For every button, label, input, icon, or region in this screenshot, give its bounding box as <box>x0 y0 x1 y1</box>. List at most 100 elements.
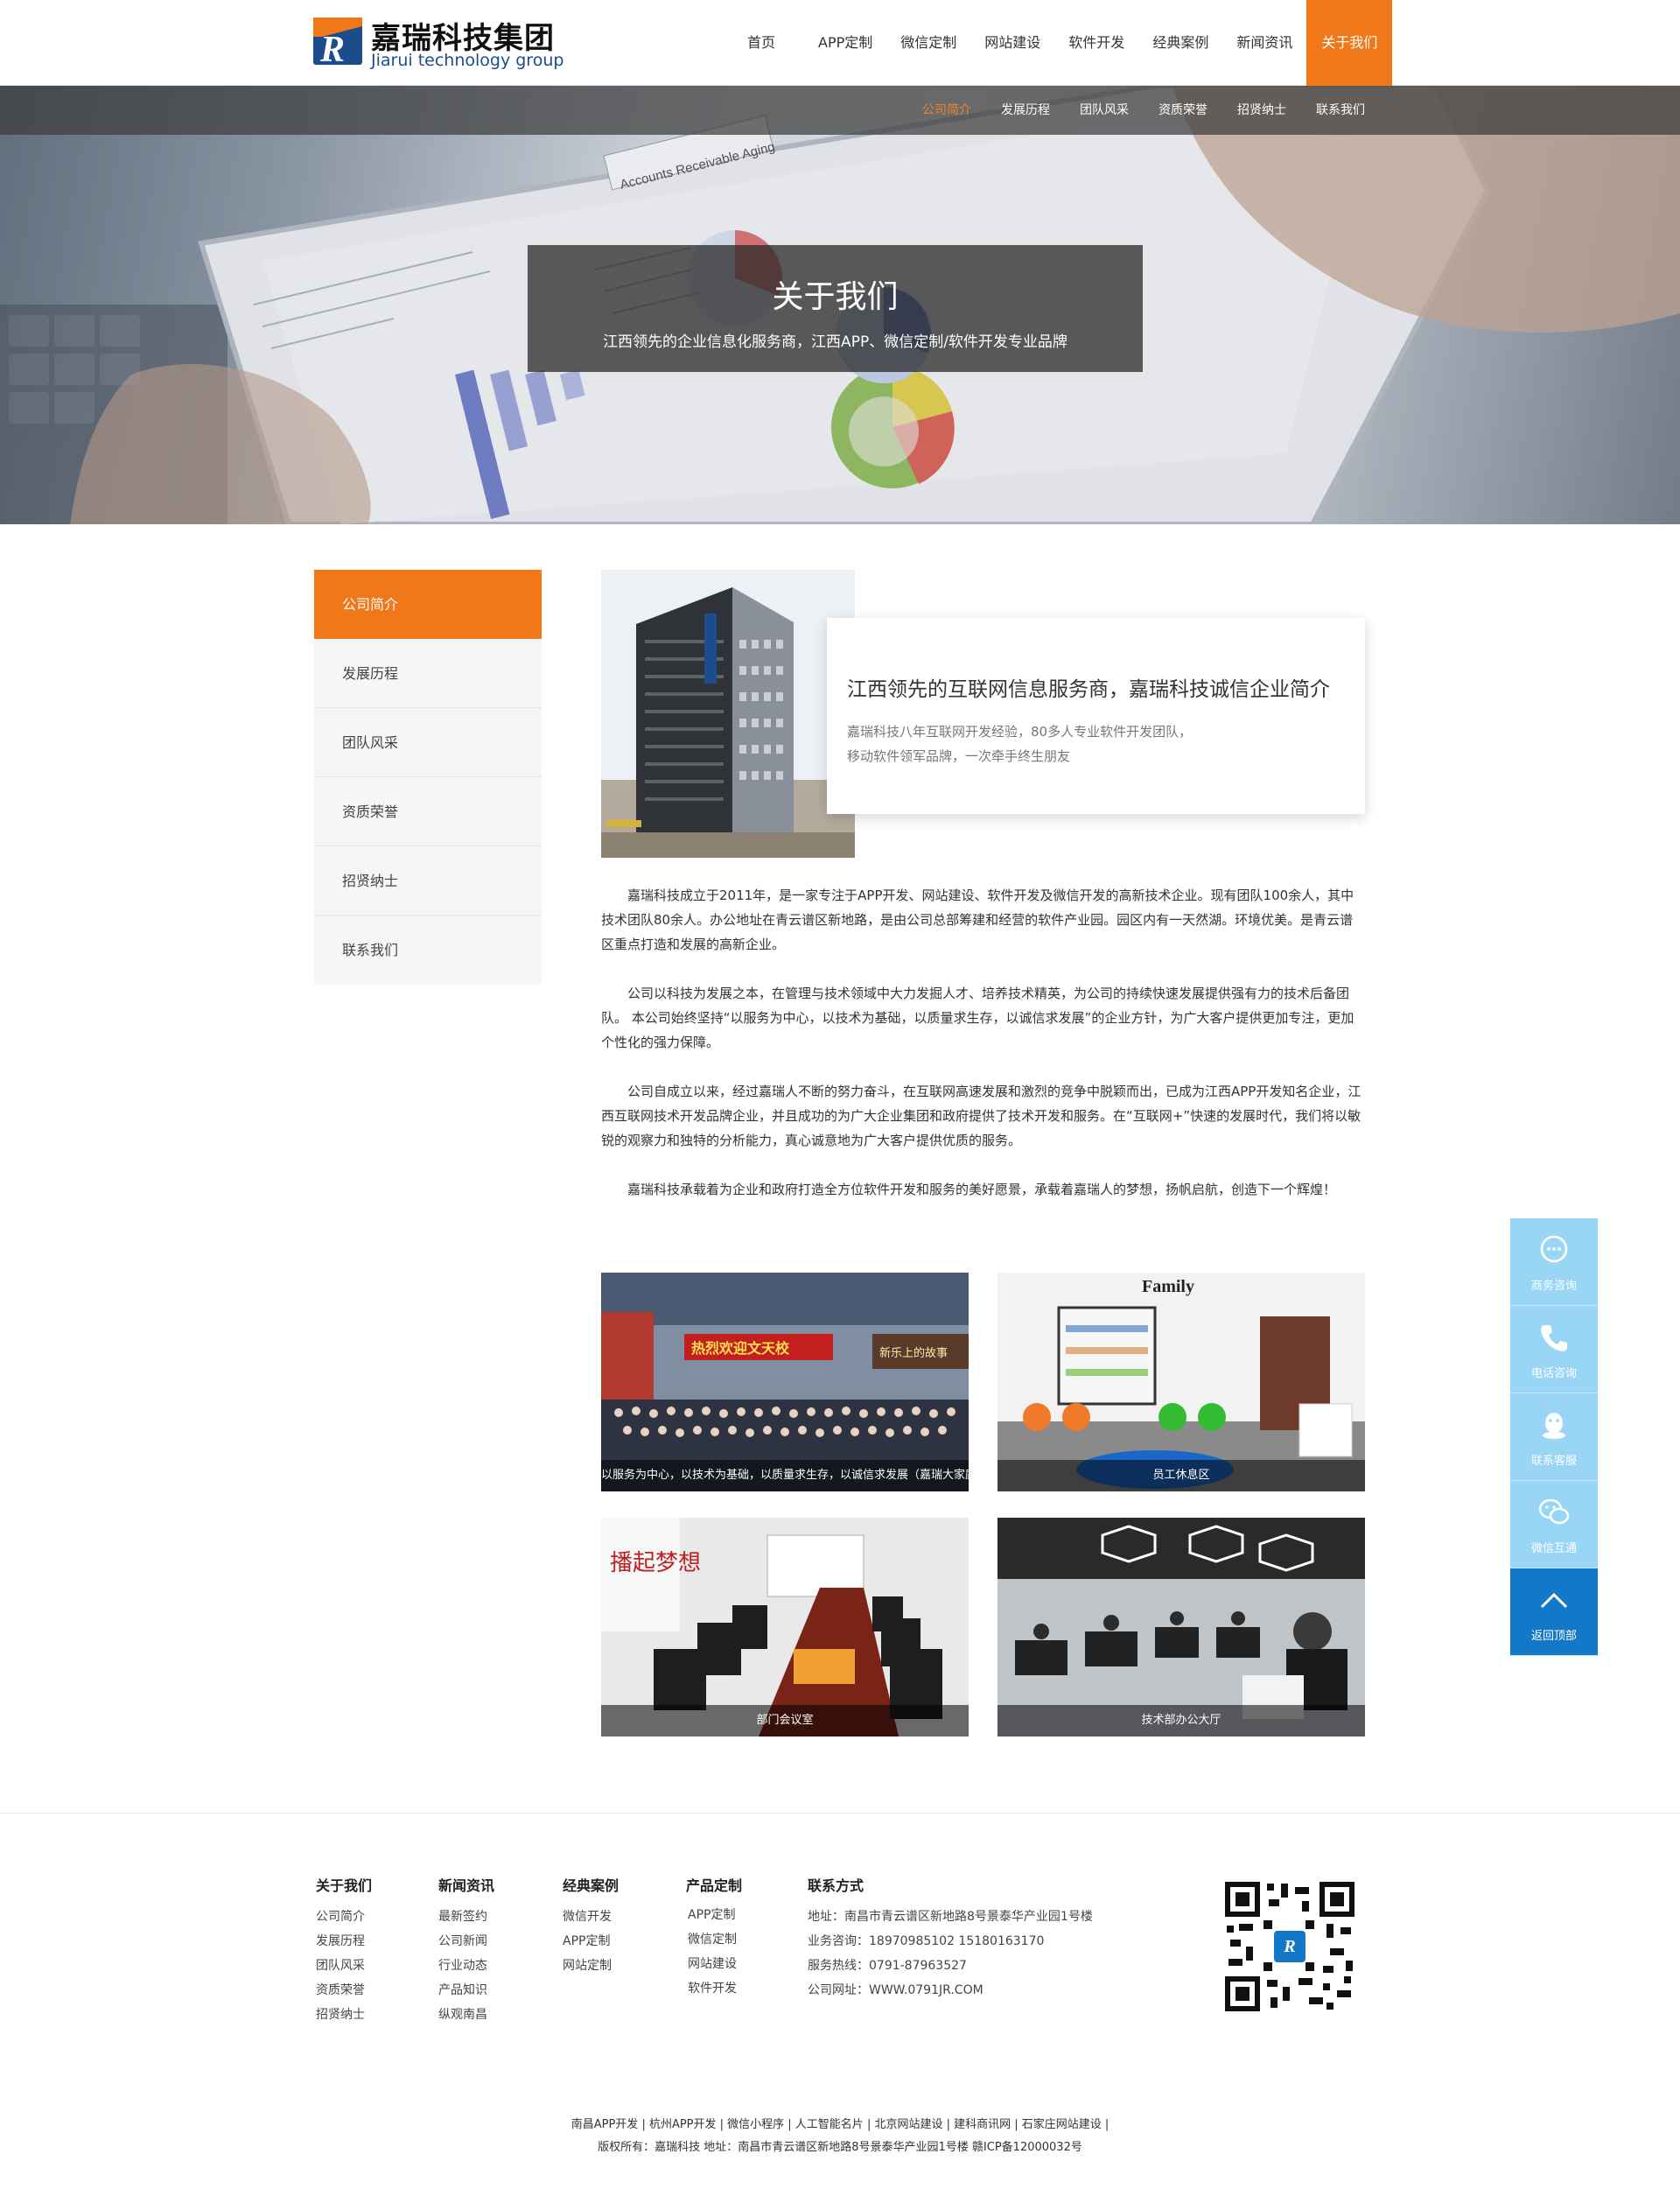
footer-contact-hotline: 服务热线：0791-87963527 <box>808 1959 967 1973</box>
phone-icon <box>1541 1325 1567 1351</box>
gallery-caption: 部门会议室 <box>601 1705 969 1736</box>
footer-col-title: 关于我们 <box>316 1877 373 1894</box>
subnav: 公司简介 发展历程 团队风采 资质荣誉 招贤纳士 联系我们 <box>907 86 1365 135</box>
nav-news[interactable]: 新闻资讯 <box>1222 0 1306 86</box>
sidebar-item-contact[interactable]: 联系我们 <box>314 916 542 985</box>
company-building-photo <box>601 570 855 858</box>
article-paragraph: 嘉瑞科技成立于2011年，是一家专注于APP开发、网站建设、软件开发及微信开发的… <box>601 888 1354 952</box>
footer-contact-address: 地址：南昌市青云谱区新地路8号景泰华产业园1号楼 <box>808 1910 1093 1924</box>
brand-name-en: Jiarui technology group <box>371 51 564 70</box>
footer-link[interactable]: 行业动态 <box>438 1956 487 1974</box>
gallery-caption: 技术部办公大厅 <box>998 1705 1365 1736</box>
nav-cases[interactable]: 经典案例 <box>1138 0 1222 86</box>
subnav-profile[interactable]: 公司简介 <box>907 86 986 135</box>
gallery-item-meeting-room[interactable]: 播起梦想 部门会议室 <box>601 1518 969 1736</box>
subnav-jobs[interactable]: 招贤纳士 <box>1222 86 1301 135</box>
banner-subtitle: 江西领先的企业信息化服务商，江西APP、微信定制/软件开发专业品牌 <box>603 333 1068 351</box>
banner-caption-box: 关于我们 江西领先的企业信息化服务商，江西APP、微信定制/软件开发专业品牌 <box>528 245 1143 372</box>
footer-link[interactable]: APP定制 <box>563 1932 610 1949</box>
float-phone-inquiry[interactable]: 电话咨询 <box>1510 1306 1598 1393</box>
subnav-bar: 公司简介 发展历程 团队风采 资质荣誉 招贤纳士 联系我们 <box>0 86 1680 135</box>
footer-link[interactable]: 微信定制 <box>688 1930 737 1947</box>
sidebar-item-honors[interactable]: 资质荣誉 <box>314 777 542 846</box>
nav-home[interactable]: 首页 <box>726 0 804 86</box>
wall-text: Family <box>1142 1277 1194 1296</box>
footer-link[interactable]: 资质荣誉 <box>316 1981 365 1998</box>
footer-link[interactable]: 软件开发 <box>688 1979 737 1996</box>
float-wechat[interactable]: 微信互通 <box>1510 1481 1598 1568</box>
wechat-icon <box>1538 1498 1570 1525</box>
nav-about[interactable]: 关于我们 <box>1306 0 1393 86</box>
float-label: 商务咨询 <box>1530 1280 1577 1293</box>
float-business-inquiry[interactable]: 商务咨询 <box>1510 1218 1598 1306</box>
footer-contact-title: 联系方式 <box>808 1877 864 1894</box>
footer-col-title: 经典案例 <box>563 1877 620 1894</box>
nav-software[interactable]: 软件开发 <box>1054 0 1138 86</box>
gallery-item-tech-office[interactable]: 技术部办公大厅 <box>998 1518 1365 1736</box>
lounge-photo: Family <box>998 1273 1365 1491</box>
footer-link[interactable]: 招贤纳士 <box>316 2005 365 2023</box>
qq-icon <box>1543 1413 1565 1439</box>
gallery-caption: 以服务为中心，以技术为基础，以质量求生存，以诚信求发展（嘉瑞大家庭） <box>601 1460 969 1491</box>
intro-card-desc-1: 嘉瑞科技八年互联网开发经验，80多人专业软件开发团队， <box>847 724 1193 740</box>
subnav-team[interactable]: 团队风采 <box>1065 86 1144 135</box>
gallery-caption: 员工休息区 <box>998 1460 1365 1491</box>
sidebar-item-profile[interactable]: 公司简介 <box>314 570 542 639</box>
sidebar: 公司简介 发展历程 团队风采 资质荣誉 招贤纳士 联系我们 <box>314 570 542 985</box>
footer-link[interactable]: 纵观南昌 <box>438 2005 487 2023</box>
float-customer-service[interactable]: 联系客服 <box>1510 1393 1598 1481</box>
footer-copyright: 版权所有：嘉瑞科技 地址：南昌市青云谱区新地路8号景泰华产业园1号楼 赣ICP备… <box>598 2141 1082 2154</box>
footer-link[interactable]: APP定制 <box>688 1905 735 1923</box>
footer-link[interactable]: 发展历程 <box>316 1932 365 1949</box>
float-label: 返回顶部 <box>1530 1630 1577 1643</box>
nav-wechat[interactable]: 微信定制 <box>886 0 970 86</box>
footer-link[interactable]: 团队风采 <box>316 1956 365 1974</box>
gallery-item-lounge[interactable]: Family 员工休息区 <box>998 1273 1365 1491</box>
sign-text: 新乐上的故事 <box>879 1346 948 1360</box>
subnav-contact[interactable]: 联系我们 <box>1301 86 1365 135</box>
intro-card-title: 江西领先的互联网信息服务商，嘉瑞科技诚信企业简介 <box>847 678 1330 701</box>
gallery-item-team-photo[interactable]: 热烈欢迎文天校 新乐上的故事 以服务为中心，以技术为基础，以质量求生存，以诚信求… <box>601 1273 969 1491</box>
sidebar-item-team[interactable]: 团队风采 <box>314 708 542 777</box>
intro-card-desc-2: 移动软件领军品牌，一次牵手终生朋友 <box>847 748 1071 764</box>
footer-link[interactable]: 网站定制 <box>563 1956 612 1974</box>
footer-link[interactable]: 公司新闻 <box>438 1932 487 1949</box>
qr-code: R <box>1225 1882 1354 2011</box>
footer-link[interactable]: 微信开发 <box>563 1907 612 1925</box>
nav-app[interactable]: APP定制 <box>804 0 886 86</box>
nav-website[interactable]: 网站建设 <box>970 0 1054 86</box>
float-label: 电话咨询 <box>1530 1367 1577 1380</box>
wall-calligraphy: 播起梦想 <box>610 1550 701 1576</box>
sign-text: 热烈欢迎文天校 <box>691 1340 790 1357</box>
subnav-history[interactable]: 发展历程 <box>986 86 1065 135</box>
logo[interactable]: R 嘉瑞科技集团 Jiarui technology group <box>313 14 564 70</box>
sidebar-item-jobs[interactable]: 招贤纳士 <box>314 846 542 916</box>
footer-contact-website[interactable]: 公司网址：WWW.0791JR.COM <box>808 1981 984 1998</box>
footer-friend-links[interactable]: 南昌APP开发 | 杭州APP开发 | 微信小程序 | 人工智能名片 | 北京网… <box>0 2115 1680 2131</box>
banner: Accounts Receivable Aging 公司简介 发展历程 团队风采… <box>0 86 1680 524</box>
main-nav: 首页 APP定制 微信定制 网站建设 软件开发 经典案例 新闻资讯 关于我们 <box>726 0 1393 86</box>
floating-contact-bar: 商务咨询 电话咨询 联系客服 微信互通 返回顶部 <box>1510 1218 1598 1656</box>
footer-contact-phone: 业务咨询：18970985102 15180163170 <box>808 1934 1045 1948</box>
footer-link[interactable]: 公司简介 <box>316 1907 365 1925</box>
article-paragraph: 公司自成立以来，经过嘉瑞人不断的努力奋斗，在互联网高速发展和激烈的竞争中脱颖而出… <box>601 1084 1362 1148</box>
qr-code-icon: R <box>1225 1882 1354 2011</box>
float-back-to-top[interactable]: 返回顶部 <box>1510 1568 1598 1656</box>
logo-mark-icon: R <box>313 18 362 67</box>
footer-link[interactable]: 产品知识 <box>438 1981 487 1998</box>
subnav-honors[interactable]: 资质荣誉 <box>1144 86 1222 135</box>
svg-text:R: R <box>1283 1937 1295 1956</box>
float-label: 联系客服 <box>1530 1455 1577 1468</box>
tech-office-photo <box>998 1518 1365 1736</box>
building-image <box>601 570 855 858</box>
footer-link[interactable]: 网站建设 <box>688 1954 737 1972</box>
banner-title: 关于我们 <box>772 279 899 315</box>
meeting-room-photo: 播起梦想 <box>601 1518 969 1736</box>
team-group-photo: 热烈欢迎文天校 新乐上的故事 <box>601 1273 969 1491</box>
article-paragraph: 嘉瑞科技承载着为企业和政府打造全方位软件开发和服务的美好愿景，承载着嘉瑞人的梦想… <box>627 1182 1337 1197</box>
footer-link[interactable]: 最新签约 <box>438 1907 487 1925</box>
footer-col-title: 新闻资讯 <box>438 1877 495 1894</box>
sidebar-item-history[interactable]: 发展历程 <box>314 639 542 708</box>
article-paragraph: 公司以科技为发展之本，在管理与技术领域中大力发掘人才、培养技术精英，为公司的持续… <box>601 986 1354 1050</box>
site-header: R 嘉瑞科技集团 Jiarui technology group 首页 APP定… <box>0 0 1680 86</box>
